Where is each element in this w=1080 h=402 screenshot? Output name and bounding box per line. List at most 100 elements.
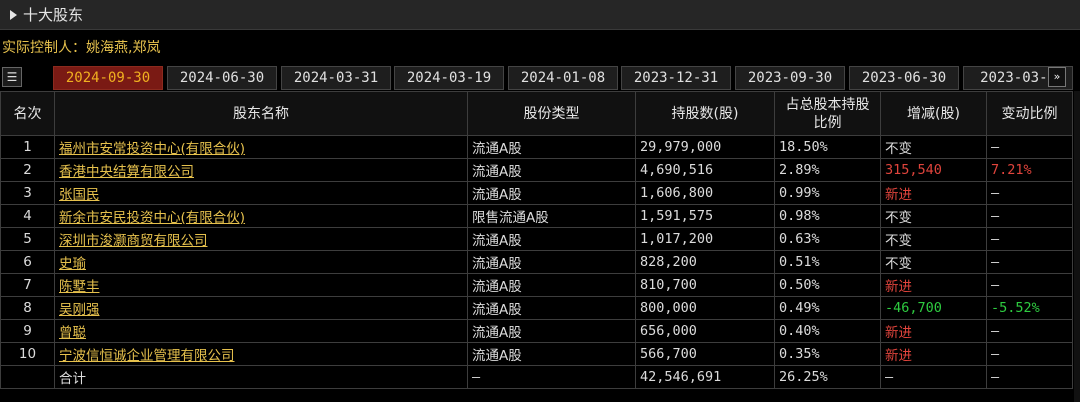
row-holder-name-cell: 史瑜 [54, 250, 468, 274]
header-type[interactable]: 股份类型 [467, 91, 636, 136]
holder-name-link[interactable]: 陈墅丰 [59, 279, 100, 295]
row-shares: 1,591,575 [635, 204, 775, 228]
table-row[interactable]: 9 曾聪 流通A股 656,000 0.40% 新进 — [0, 319, 1073, 343]
row-holder-name-cell: 宁波信恒诚企业管理有限公司 [54, 342, 468, 366]
panel-header[interactable]: 十大股东 [0, 0, 1080, 30]
row-rank: 3 [0, 181, 55, 205]
header-change[interactable]: 增减(股) [880, 91, 987, 136]
row-shares: 1,017,200 [635, 227, 775, 251]
row-shares: 566,700 [635, 342, 775, 366]
total-label: 合计 [54, 365, 468, 389]
row-change: 新进 [880, 181, 987, 205]
row-holder-name-cell: 新余市安民投资中心(有限合伙) [54, 204, 468, 228]
header-pct[interactable]: 占总股本持股 比例 [774, 91, 881, 136]
row-share-type: 流通A股 [467, 296, 636, 320]
row-rank: 1 [0, 135, 55, 159]
row-shares: 810,700 [635, 273, 775, 297]
row-rank: 7 [0, 273, 55, 297]
vertical-scrollbar[interactable] [1074, 91, 1080, 402]
table-row[interactable]: 8 吴刚强 流通A股 800,000 0.49% -46,700 -5.52% [0, 296, 1073, 320]
tab-date-0[interactable]: 2024-09-30 [53, 66, 163, 90]
row-change-pct: — [986, 250, 1073, 274]
total-rank-empty [0, 365, 55, 389]
row-change-pct: 7.21% [986, 158, 1073, 182]
row-change-pct: — [986, 342, 1073, 366]
row-pct: 0.40% [774, 319, 881, 343]
holder-name-link[interactable]: 史瑜 [59, 256, 86, 272]
table-row[interactable]: 2 香港中央结算有限公司 流通A股 4,690,516 2.89% 315,540 7.21… [0, 158, 1073, 182]
row-holder-name-cell: 深圳市浚灏商贸有限公司 [54, 227, 468, 251]
header-pct-line2: 比例 [813, 114, 842, 131]
row-change-pct: — [986, 181, 1073, 205]
row-pct: 2.89% [774, 158, 881, 182]
row-share-type: 流通A股 [467, 227, 636, 251]
tab-date-2[interactable]: 2024-03-31 [281, 66, 391, 90]
list-icon[interactable]: ☰ [2, 67, 22, 87]
row-change: 不变 [880, 250, 987, 274]
row-change: 新进 [880, 273, 987, 297]
holder-name-link[interactable]: 曾聪 [59, 325, 86, 341]
row-change: -46,700 [880, 296, 987, 320]
row-share-type: 流通A股 [467, 342, 636, 366]
row-change-pct: — [986, 227, 1073, 251]
table-header-row: 名次 股东名称 股份类型 持股数(股) 占总股本持股 比例 增减(股) 变动比例 [0, 91, 1073, 136]
tab-date-1[interactable]: 2024-06-30 [167, 66, 277, 90]
row-rank: 10 [0, 342, 55, 366]
header-name[interactable]: 股东名称 [54, 91, 468, 136]
row-holder-name-cell: 陈墅丰 [54, 273, 468, 297]
row-rank: 2 [0, 158, 55, 182]
row-pct: 18.50% [774, 135, 881, 159]
row-holder-name-cell: 曾聪 [54, 319, 468, 343]
tab-date-4[interactable]: 2024-01-08 [508, 66, 618, 90]
holder-name-link[interactable]: 张国民 [59, 187, 100, 203]
tab-date-6[interactable]: 2023-09-30 [735, 66, 845, 90]
row-pct: 0.35% [774, 342, 881, 366]
tab-date-7[interactable]: 2023-06-30 [849, 66, 959, 90]
row-shares: 656,000 [635, 319, 775, 343]
row-rank: 4 [0, 204, 55, 228]
header-pct-line1: 占总股本持股 [785, 96, 870, 113]
date-tab-bar: ☰ 2024-09-30 2024-06-30 2024-03-31 2024-03-… [0, 65, 1080, 91]
row-share-type: 限售流通A股 [467, 204, 636, 228]
row-change: 不变 [880, 204, 987, 228]
actual-controller: 实际控制人：姚海燕,郑岚 [2, 40, 161, 56]
holder-name-link[interactable]: 宁波信恒诚企业管理有限公司 [59, 348, 235, 364]
total-pct: 26.25% [774, 365, 881, 389]
row-change-pct: -5.52% [986, 296, 1073, 320]
row-shares: 4,690,516 [635, 158, 775, 182]
triangle-right-icon[interactable] [10, 9, 17, 20]
holder-name-link[interactable]: 福州市安常投资中心(有限合伙) [59, 141, 245, 157]
header-change-pct[interactable]: 变动比例 [986, 91, 1073, 136]
row-change-pct: — [986, 273, 1073, 297]
row-pct: 0.63% [774, 227, 881, 251]
row-pct: 0.98% [774, 204, 881, 228]
total-type: — [467, 365, 636, 389]
holder-name-link[interactable]: 香港中央结算有限公司 [59, 164, 194, 180]
double-chevron-right-icon[interactable]: » [1048, 67, 1066, 87]
holder-name-link[interactable]: 新余市安民投资中心(有限合伙) [59, 210, 245, 226]
row-change: 不变 [880, 135, 987, 159]
header-rank[interactable]: 名次 [0, 91, 55, 136]
row-rank: 5 [0, 227, 55, 251]
panel-title: 十大股东 [23, 6, 84, 24]
holder-name-link[interactable]: 吴刚强 [59, 302, 100, 318]
table-row[interactable]: 3 张国民 流通A股 1,606,800 0.99% 新进 — [0, 181, 1073, 205]
table-row[interactable]: 6 史瑜 流通A股 828,200 0.51% 不变 — [0, 250, 1073, 274]
header-shares[interactable]: 持股数(股) [635, 91, 775, 136]
table-row[interactable]: 7 陈墅丰 流通A股 810,700 0.50% 新进 — [0, 273, 1073, 297]
tab-date-3[interactable]: 2024-03-19 [394, 66, 504, 90]
table-row[interactable]: 5 深圳市浚灏商贸有限公司 流通A股 1,017,200 0.63% 不变 — [0, 227, 1073, 251]
table-row[interactable]: 1 福州市安常投资中心(有限合伙) 流通A股 29,979,000 18.50% 不变 — [0, 135, 1073, 159]
row-change-pct: — [986, 319, 1073, 343]
holder-name-link[interactable]: 深圳市浚灏商贸有限公司 [59, 233, 208, 249]
table-row[interactable]: 4 新余市安民投资中心(有限合伙) 限售流通A股 1,591,575 0.98% 不变 — [0, 204, 1073, 228]
total-change: — [880, 365, 987, 389]
row-pct: 0.99% [774, 181, 881, 205]
tab-date-5[interactable]: 2023-12-31 [621, 66, 731, 90]
row-share-type: 流通A股 [467, 319, 636, 343]
table-row[interactable]: 10 宁波信恒诚企业管理有限公司 流通A股 566,700 0.35% 新进 — [0, 342, 1073, 366]
row-change: 不变 [880, 227, 987, 251]
row-pct: 0.49% [774, 296, 881, 320]
row-share-type: 流通A股 [467, 135, 636, 159]
top-shareholders-table: 名次 股东名称 股份类型 持股数(股) 占总股本持股 比例 增减(股) 变动比例 … [0, 91, 1073, 389]
